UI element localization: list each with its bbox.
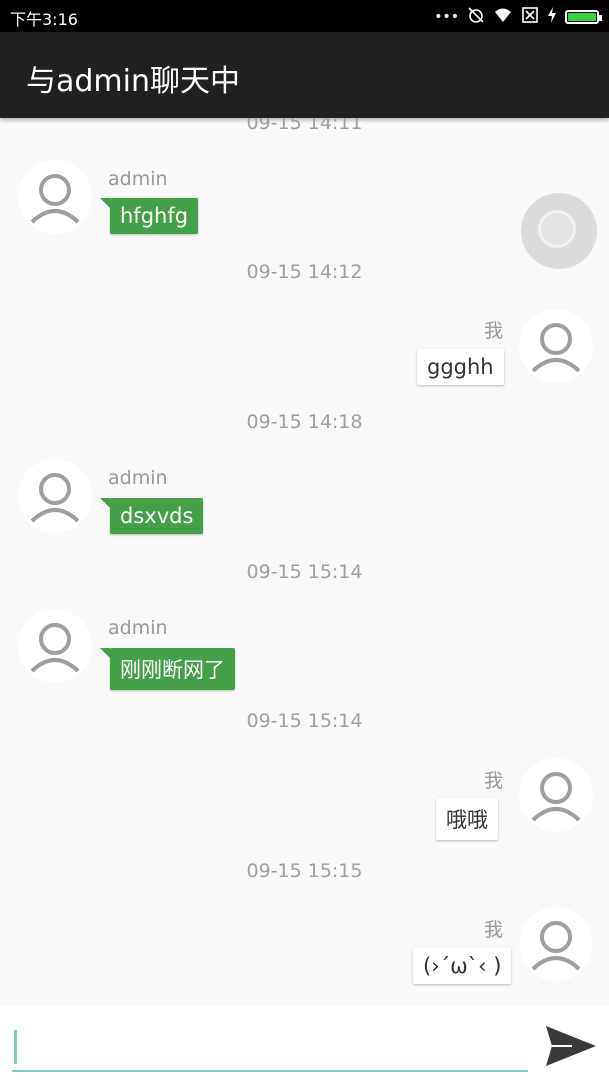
status-bar: 下午3:16 ••• xyxy=(0,0,609,32)
sender-name: 我 xyxy=(484,320,504,342)
person-avatar-icon[interactable] xyxy=(18,609,92,683)
charging-icon xyxy=(547,7,557,27)
alarm-off-icon xyxy=(467,7,485,27)
incoming-message-bubble[interactable]: 刚刚断网了 xyxy=(100,648,235,690)
send-button[interactable] xyxy=(542,1018,598,1074)
status-icons: ••• xyxy=(434,7,602,27)
person-avatar-icon[interactable] xyxy=(519,907,593,981)
outgoing-message-bubble[interactable]: ggghh xyxy=(417,349,504,385)
page-title: 与admin聊天中 xyxy=(26,64,240,99)
floating-circle-button[interactable] xyxy=(521,193,597,269)
sender-name: 我 xyxy=(484,919,504,941)
message-input[interactable] xyxy=(12,1022,528,1072)
incoming-message-bubble[interactable]: dsxvds xyxy=(99,498,204,534)
sender-name: 我 xyxy=(484,770,504,792)
wifi-icon xyxy=(493,7,513,27)
notification-dots-icon: ••• xyxy=(434,9,459,25)
person-avatar-icon[interactable] xyxy=(519,758,593,832)
sender-name: admin xyxy=(108,168,168,190)
battery-icon xyxy=(565,10,602,24)
message-timestamp: 09-15 15:14 xyxy=(246,561,363,583)
send-icon xyxy=(546,1026,596,1066)
sender-name: admin xyxy=(108,467,168,489)
person-avatar-icon[interactable] xyxy=(18,160,92,234)
person-avatar-icon[interactable] xyxy=(519,309,593,383)
input-bar xyxy=(0,1006,609,1080)
person-avatar-icon[interactable] xyxy=(18,459,92,533)
message-timestamp: 09-15 14:11 xyxy=(246,118,363,134)
sim-off-icon xyxy=(521,7,539,27)
outgoing-message-bubble[interactable]: 哦哦 xyxy=(436,798,498,840)
text-cursor xyxy=(14,1030,17,1064)
message-timestamp: 09-15 15:15 xyxy=(246,860,363,882)
floating-button-inner-icon xyxy=(538,210,576,248)
message-timestamp: 09-15 14:18 xyxy=(246,411,363,433)
sender-name: admin xyxy=(108,617,168,639)
app-bar: 与admin聊天中 xyxy=(0,32,609,118)
outgoing-message-bubble[interactable]: (›´ω`‹ ) xyxy=(413,948,512,984)
battery-level xyxy=(568,13,596,21)
message-timestamp: 09-15 15:14 xyxy=(246,710,363,732)
message-timestamp: 09-15 14:12 xyxy=(246,261,363,283)
message-list[interactable]: 09-15 14:11 admin hfghfg 09-15 14:12 我 g… xyxy=(0,118,609,1006)
status-time: 下午3:16 xyxy=(10,10,78,29)
incoming-message-bubble[interactable]: hfghfg xyxy=(99,198,199,234)
